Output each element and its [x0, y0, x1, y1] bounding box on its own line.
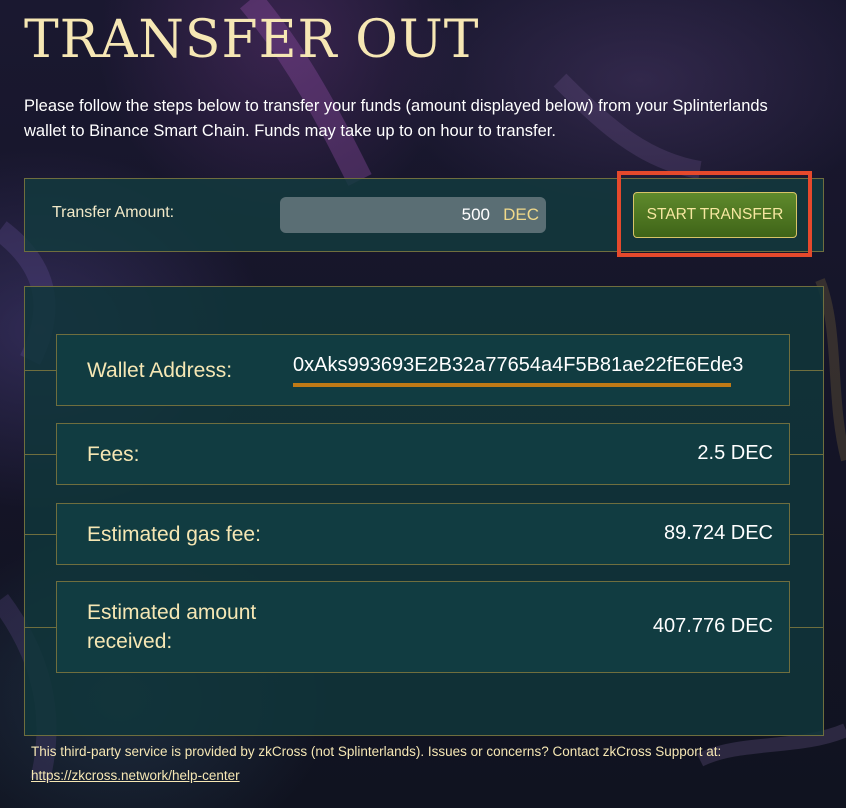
amount-received-row: Estimated amount received: 407.776 DEC: [56, 581, 790, 673]
fees-value: 2.5 DEC: [697, 442, 773, 464]
transfer-amount-value: 500: [461, 205, 490, 224]
wallet-address-label: Wallet Address:: [87, 359, 233, 382]
wallet-address-underline: [293, 383, 731, 387]
gas-fee-label: Estimated gas fee:: [87, 523, 261, 546]
start-transfer-highlight: [617, 171, 812, 257]
wallet-address-value[interactable]: 0xAks993693E2B32a77654a4F5B81ae22fE6Ede3: [293, 354, 789, 377]
transfer-amount-label: Transfer Amount:: [52, 204, 175, 221]
footer-notice: This third-party service is provided by …: [31, 740, 821, 788]
fees-label: Fees:: [87, 443, 140, 466]
intro-text: Please follow the steps below to transfe…: [24, 97, 768, 140]
transfer-amount-field[interactable]: 500 DEC: [280, 197, 546, 233]
wallet-address-row: Wallet Address: 0xAks993693E2B32a77654a4…: [56, 334, 790, 406]
gas-fee-row: Estimated gas fee: 89.724 DEC: [56, 503, 790, 565]
fees-row: Fees: 2.5 DEC: [56, 423, 790, 485]
help-center-link[interactable]: https://zkcross.network/help-center: [31, 768, 240, 783]
gas-fee-value: 89.724 DEC: [664, 522, 773, 544]
transfer-amount-unit: DEC: [503, 205, 539, 224]
amount-received-label: Estimated amount received:: [87, 601, 257, 653]
amount-received-value: 407.776 DEC: [652, 615, 773, 637]
footer-text: This third-party service is provided by …: [31, 744, 722, 759]
page-title: TRANSFER OUT: [24, 10, 480, 70]
